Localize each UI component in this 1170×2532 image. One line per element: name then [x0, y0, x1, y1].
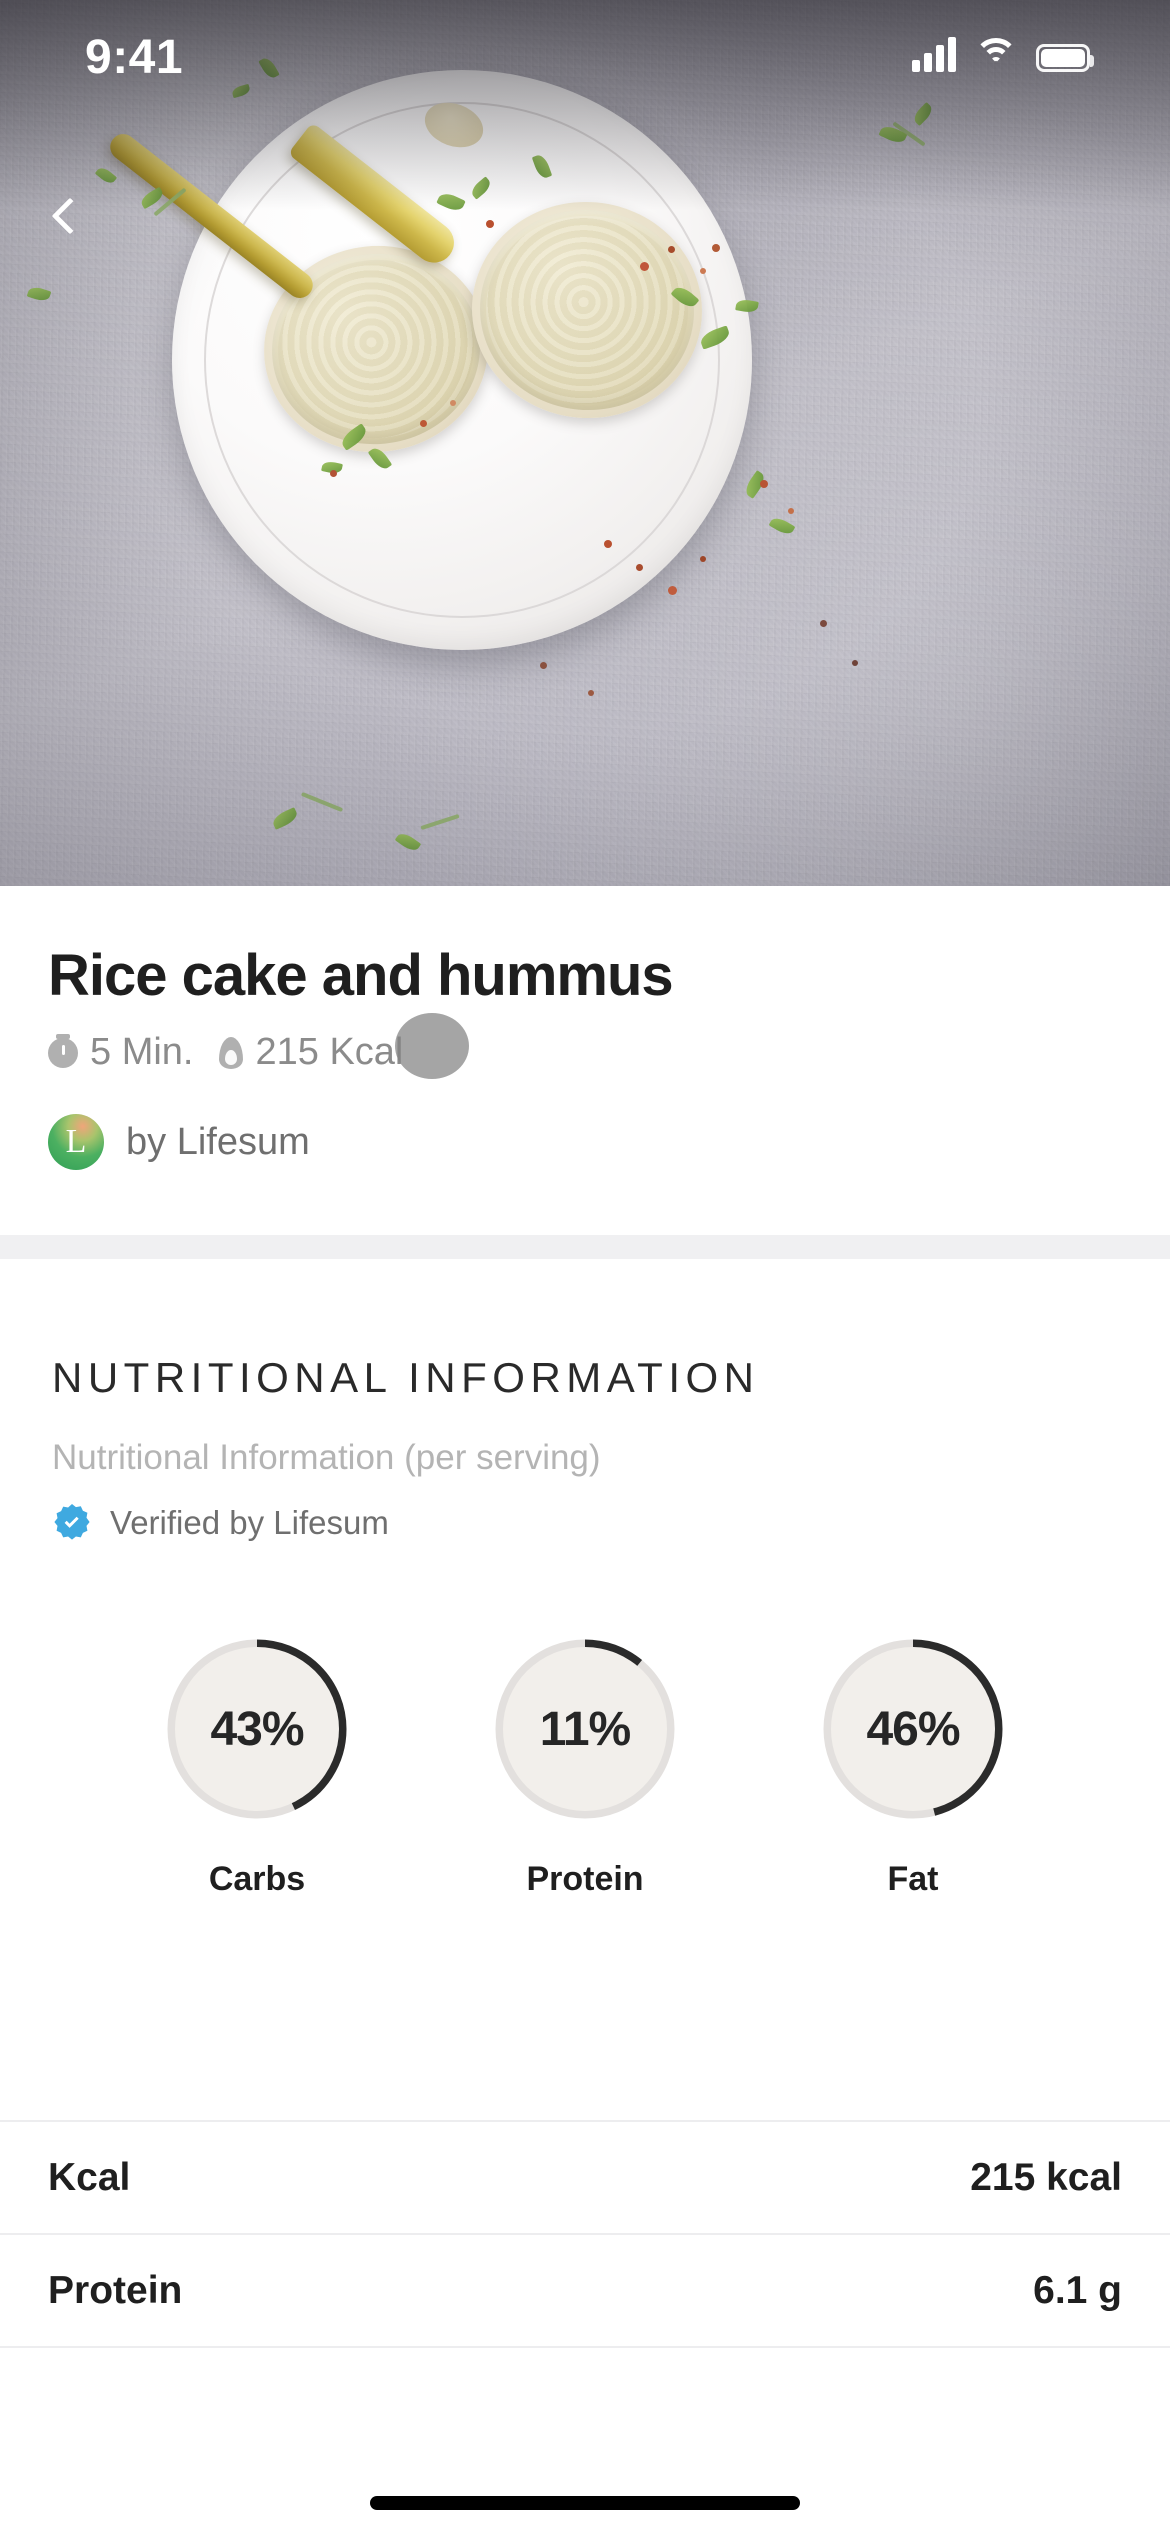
- recipe-author[interactable]: L by Lifesum: [48, 1114, 310, 1170]
- wifi-icon: [974, 38, 1018, 72]
- macro-percent: 43%: [210, 1702, 304, 1756]
- recipe-detail-screen: 9:41 Rice cake and hummus 5 Min. 215 Kca…: [0, 0, 1170, 2532]
- cellular-signal-icon: [912, 36, 956, 72]
- touch-indicator: [395, 1013, 469, 1079]
- verified-label: Verified by Lifesum: [110, 1504, 389, 1541]
- section-subheading: Nutritional Information (per serving): [52, 1438, 601, 1477]
- recipe-calories-label: 215 Kcal: [255, 1031, 404, 1073]
- row-value: 6.1 g: [1033, 2269, 1122, 2312]
- verified-badge-icon: [52, 1503, 92, 1543]
- recipe-header: Rice cake and hummus 5 Min. 215 Kcal L b…: [0, 886, 1170, 1235]
- gauge-face: 11%: [503, 1647, 667, 1811]
- donut-gauge: 43%: [162, 1634, 352, 1824]
- recipe-hero-image: [0, 0, 1170, 886]
- status-bar: 9:41: [0, 0, 1170, 130]
- macro-gauges: 43% Carbs 11% Protein 46% Fat: [0, 1634, 1170, 1899]
- gauge-face: 46%: [831, 1647, 995, 1811]
- flame-icon: [219, 1036, 244, 1069]
- status-bar-time: 9:41: [85, 31, 184, 84]
- home-indicator[interactable]: [370, 2496, 800, 2510]
- status-bar-indicators: [912, 36, 1094, 72]
- donut-gauge: 46%: [818, 1634, 1008, 1824]
- macro-gauge-fat: 46% Fat: [783, 1634, 1043, 1899]
- back-button[interactable]: [28, 178, 104, 254]
- food-photo: [0, 0, 1170, 886]
- macro-label: Carbs: [208, 1860, 306, 1898]
- macro-label: Fat: [887, 1860, 939, 1898]
- macro-percent: 11%: [539, 1702, 631, 1756]
- verified-by-lifesum: Verified by Lifesum: [52, 1503, 389, 1543]
- row-divider: [0, 2346, 1170, 2348]
- row-label: Kcal: [48, 2156, 131, 2199]
- section-divider: [0, 1235, 1170, 1259]
- author-name: by Lifesum: [126, 1120, 310, 1163]
- battery-icon: [1036, 44, 1094, 72]
- row-divider: [0, 2233, 1170, 2235]
- timer-icon: [48, 1033, 78, 1068]
- page-title: Rice cake and hummus: [48, 943, 674, 1008]
- recipe-time-label: 5 Min.: [90, 1031, 194, 1073]
- donut-gauge: 11%: [490, 1634, 680, 1824]
- recipe-calories: 215 Kcal: [219, 1031, 403, 1074]
- row-divider: [0, 2120, 1170, 2122]
- chevron-left-icon: [51, 197, 88, 235]
- row-value: 215 kcal: [970, 2156, 1122, 2199]
- row-label: Protein: [48, 2269, 183, 2312]
- table-row[interactable]: Protein 6.1 g: [0, 2236, 1170, 2346]
- lifesum-logo-icon: L: [48, 1114, 104, 1170]
- macro-gauge-protein: 11% Protein: [455, 1634, 715, 1899]
- recipe-time: 5 Min.: [48, 1031, 193, 1074]
- gauge-face: 43%: [175, 1647, 339, 1811]
- macro-gauge-carbs: 43% Carbs: [127, 1634, 387, 1899]
- section-heading: NUTRITIONAL INFORMATION: [52, 1354, 760, 1401]
- table-row[interactable]: Kcal 215 kcal: [0, 2123, 1170, 2233]
- recipe-meta: 5 Min. 215 Kcal: [48, 1031, 403, 1074]
- macro-percent: 46%: [866, 1702, 960, 1756]
- macro-label: Protein: [526, 1860, 644, 1898]
